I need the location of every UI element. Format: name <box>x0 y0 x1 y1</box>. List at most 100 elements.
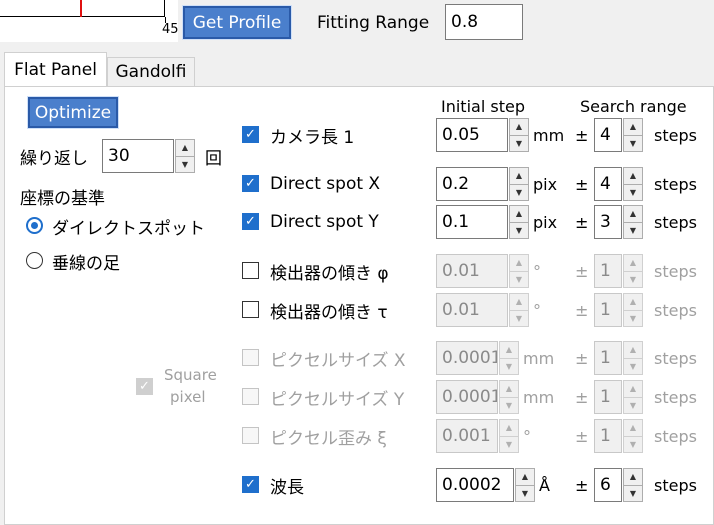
chevron-up-icon[interactable]: ▲ <box>624 381 642 397</box>
initial-step-input[interactable]: 0.2 <box>436 167 508 201</box>
search-range-stepper[interactable]: ▲ ▼ <box>623 167 643 201</box>
parameter-checkbox[interactable] <box>242 388 259 405</box>
chevron-down-icon[interactable]: ▼ <box>624 221 642 239</box>
chevron-up-icon[interactable]: ▲ <box>624 206 642 222</box>
chevron-down-icon[interactable]: ▼ <box>624 270 642 288</box>
chevron-down-icon[interactable]: ▼ <box>624 134 642 152</box>
parameter-checkbox[interactable] <box>242 262 259 279</box>
search-range-input[interactable]: 1 <box>594 419 622 453</box>
parameter-checkbox[interactable] <box>242 349 259 366</box>
chevron-up-icon[interactable]: ▲ <box>516 469 534 485</box>
chevron-down-icon[interactable]: ▼ <box>176 155 194 173</box>
chevron-down-icon[interactable]: ▼ <box>500 435 518 453</box>
parameter-checkbox[interactable]: ✓ <box>242 126 259 143</box>
chevron-up-icon[interactable]: ▲ <box>624 342 642 358</box>
chevron-down-icon[interactable]: ▼ <box>624 435 642 453</box>
chevron-up-icon[interactable]: ▲ <box>510 119 528 135</box>
initial-step-stepper[interactable]: ▲ ▼ <box>509 254 529 288</box>
parameter-checkbox[interactable]: ✓ <box>242 175 259 192</box>
repeat-stepper[interactable]: ▲ ▼ <box>175 139 195 173</box>
radio-perpendicular-foot[interactable] <box>26 252 43 269</box>
square-pixel-checkbox[interactable]: ✓ <box>136 378 153 395</box>
square-pixel-label-2: pixel <box>170 388 206 406</box>
radio-direct-spot[interactable] <box>26 217 43 234</box>
chevron-up-icon[interactable]: ▲ <box>510 294 528 310</box>
optimize-button[interactable]: Optimize <box>28 97 118 128</box>
chevron-up-icon[interactable]: ▲ <box>624 119 642 135</box>
chevron-down-icon[interactable]: ▼ <box>510 309 528 327</box>
chevron-up-icon[interactable]: ▲ <box>624 255 642 271</box>
search-range-input[interactable]: 6 <box>594 468 622 502</box>
search-range-input[interactable]: 1 <box>594 341 622 375</box>
initial-step-stepper[interactable]: ▲ ▼ <box>509 118 529 152</box>
search-range-stepper[interactable]: ▲ ▼ <box>623 341 643 375</box>
search-range-input[interactable]: 4 <box>594 167 622 201</box>
chevron-up-icon[interactable]: ▲ <box>176 140 194 156</box>
chevron-up-icon[interactable]: ▲ <box>510 255 528 271</box>
search-range-input[interactable]: 1 <box>594 380 622 414</box>
chevron-down-icon[interactable]: ▼ <box>500 396 518 414</box>
initial-step-input[interactable]: 0.0001 <box>436 380 498 414</box>
search-range-stepper[interactable]: ▲ ▼ <box>623 293 643 327</box>
chevron-up-icon[interactable]: ▲ <box>510 168 528 184</box>
initial-step-stepper[interactable]: ▲ ▼ <box>499 341 519 375</box>
chevron-down-icon[interactable]: ▼ <box>624 309 642 327</box>
chevron-up-icon[interactable]: ▲ <box>624 168 642 184</box>
initial-step-input[interactable]: 0.01 <box>436 254 508 288</box>
initial-step-input[interactable]: 0.01 <box>436 293 508 327</box>
parameter-checkbox[interactable]: ✓ <box>242 476 259 493</box>
chevron-down-icon[interactable]: ▼ <box>510 183 528 201</box>
parameter-checkbox[interactable] <box>242 427 259 444</box>
search-range-stepper[interactable]: ▲ ▼ <box>623 118 643 152</box>
chevron-down-icon[interactable]: ▼ <box>624 357 642 375</box>
chevron-down-icon[interactable]: ▼ <box>510 270 528 288</box>
initial-step-stepper[interactable]: ▲ ▼ <box>509 205 529 239</box>
chevron-up-icon[interactable]: ▲ <box>500 342 518 358</box>
search-range-stepper[interactable]: ▲ ▼ <box>623 254 643 288</box>
search-range-stepper[interactable]: ▲ ▼ <box>623 205 643 239</box>
chevron-down-icon[interactable]: ▼ <box>624 183 642 201</box>
initial-step-input[interactable]: 0.0002 <box>436 468 514 502</box>
search-range-input[interactable]: 3 <box>594 205 622 239</box>
search-range-stepper[interactable]: ▲ ▼ <box>623 380 643 414</box>
chevron-up-icon[interactable]: ▲ <box>624 420 642 436</box>
search-range-input[interactable]: 1 <box>594 293 622 327</box>
tab-gandolfi[interactable]: Gandolfi <box>107 57 195 86</box>
initial-step-input[interactable]: 0.1 <box>436 205 508 239</box>
search-range-stepper[interactable]: ▲ ▼ <box>623 468 643 502</box>
chevron-down-icon[interactable]: ▼ <box>500 357 518 375</box>
plus-minus-label: ± <box>575 426 589 446</box>
fitting-range-input[interactable]: 0.8 <box>445 4 523 40</box>
chevron-down-icon[interactable]: ▼ <box>624 396 642 414</box>
parameter-checkbox[interactable]: ✓ <box>242 213 259 230</box>
initial-step-stepper[interactable]: ▲ ▼ <box>509 167 529 201</box>
plus-minus-label: ± <box>575 300 589 320</box>
search-range-stepper[interactable]: ▲ ▼ <box>623 419 643 453</box>
parameter-checkbox[interactable] <box>242 301 259 318</box>
chevron-up-icon[interactable]: ▲ <box>510 206 528 222</box>
initial-step-input[interactable]: 0.001 <box>436 419 498 453</box>
chevron-up-icon[interactable]: ▲ <box>500 420 518 436</box>
chevron-up-icon[interactable]: ▲ <box>500 381 518 397</box>
repeat-input[interactable]: 30 <box>102 139 174 173</box>
initial-step-input[interactable]: 0.05 <box>436 118 508 152</box>
radio-direct-spot-label[interactable]: ダイレクトスポット <box>52 212 205 240</box>
search-range-input[interactable]: 4 <box>594 118 622 152</box>
tab-flat-panel[interactable]: Flat Panel <box>4 52 107 87</box>
initial-step-stepper[interactable]: ▲ ▼ <box>509 293 529 327</box>
initial-step-input[interactable]: 0.0001 <box>436 341 498 375</box>
get-profile-button[interactable]: Get Profile <box>183 6 291 39</box>
radio-perpendicular-foot-label[interactable]: 垂線の足 <box>52 247 120 275</box>
chevron-down-icon[interactable]: ▼ <box>510 221 528 239</box>
chevron-up-icon[interactable]: ▲ <box>624 294 642 310</box>
chevron-down-icon[interactable]: ▼ <box>624 484 642 502</box>
plus-minus-label: ± <box>575 174 589 194</box>
initial-step-stepper[interactable]: ▲ ▼ <box>499 380 519 414</box>
initial-step-stepper[interactable]: ▲ ▼ <box>515 468 535 502</box>
chevron-up-icon[interactable]: ▲ <box>624 469 642 485</box>
chevron-down-icon[interactable]: ▼ <box>510 134 528 152</box>
search-range-input[interactable]: 1 <box>594 254 622 288</box>
initial-step-stepper[interactable]: ▲ ▼ <box>499 419 519 453</box>
steps-label: steps <box>654 261 697 281</box>
chevron-down-icon[interactable]: ▼ <box>516 484 534 502</box>
